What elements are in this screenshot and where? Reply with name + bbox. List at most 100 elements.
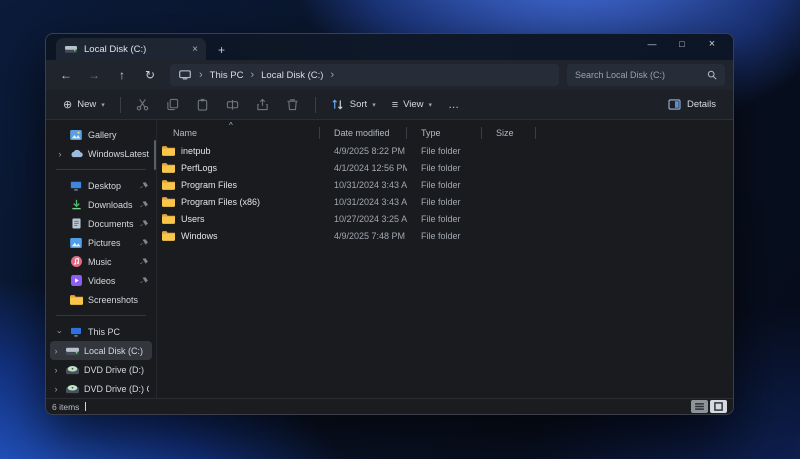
maximize-button[interactable]: □ <box>667 34 697 54</box>
toolbar-divider <box>315 97 316 113</box>
refresh-button[interactable]: ↻ <box>138 64 162 86</box>
sidebar-item-windowslatest[interactable]: › WindowsLatest <box>50 144 152 163</box>
details-view-button[interactable] <box>691 400 708 413</box>
drive-icon <box>65 346 79 356</box>
sidebar-item-downloads[interactable]: Downloads <box>50 195 152 214</box>
file-date: 10/31/2024 3:43 AM <box>320 197 407 207</box>
tab-strip: Local Disk (C:) × + — □ × <box>46 34 733 60</box>
share-button[interactable] <box>249 94 277 116</box>
forward-button[interactable]: → <box>82 64 106 86</box>
pin-icon <box>140 182 149 190</box>
folder-icon <box>162 163 175 173</box>
file-explorer-window: Local Disk (C:) × + — □ × ← → ↑ ↻ › This… <box>45 33 734 415</box>
view-button-label: View <box>403 99 423 110</box>
close-button[interactable]: × <box>697 34 727 54</box>
view-button[interactable]: ≡ View ▾ <box>385 95 439 115</box>
file-type: File folder <box>407 180 482 190</box>
sidebar-item-music[interactable]: Music <box>50 252 152 271</box>
sidebar-item-screenshots[interactable]: Screenshots <box>50 290 152 309</box>
column-header-name[interactable]: Name <box>157 127 320 139</box>
folder-icon <box>162 231 175 241</box>
search-box[interactable] <box>567 64 725 86</box>
dvd-drive-icon <box>65 365 79 375</box>
sidebar-item-videos[interactable]: Videos <box>50 271 152 290</box>
status-bar: 6 items <box>46 398 733 414</box>
sort-button[interactable]: Sort ▾ <box>324 94 383 116</box>
sidebar-item-gallery[interactable]: Gallery <box>50 125 152 144</box>
sidebar-separator <box>56 169 146 170</box>
expand-icon[interactable]: › <box>56 149 64 159</box>
file-row-program-files[interactable]: Program Files 10/31/2024 3:43 AM File fo… <box>157 176 733 193</box>
breadcrumb-chevron-icon: › <box>325 69 339 81</box>
file-row-perflogs[interactable]: PerfLogs 4/1/2024 12:56 PM File folder <box>157 159 733 176</box>
cut-button[interactable] <box>129 94 157 116</box>
breadcrumb-chevron-icon: › <box>194 69 208 81</box>
breadcrumb-this-pc[interactable]: This PC <box>210 70 244 81</box>
collapse-icon[interactable]: › <box>55 328 65 336</box>
desktop-icon <box>69 181 83 191</box>
search-input[interactable] <box>575 70 701 80</box>
breadcrumb[interactable]: › This PC › Local Disk (C:) › <box>170 64 559 86</box>
expand-icon[interactable]: › <box>52 365 60 375</box>
downloads-icon <box>69 199 83 210</box>
delete-button[interactable] <box>279 94 307 116</box>
share-icon <box>256 98 270 112</box>
pin-icon <box>140 220 149 228</box>
sidebar-item-local-disk-c[interactable]: › Local Disk (C:) <box>50 341 152 360</box>
file-row-users[interactable]: Users 10/27/2024 3:25 AM File folder <box>157 210 733 227</box>
breadcrumb-chevron-icon: › <box>245 69 259 81</box>
new-plus-icon: ⊕ <box>63 98 72 111</box>
sidebar-separator <box>56 315 146 316</box>
explorer-tab[interactable]: Local Disk (C:) × <box>56 38 206 60</box>
videos-icon <box>69 275 83 286</box>
file-row-program-files-x86[interactable]: Program Files (x86) 10/31/2024 3:43 AM F… <box>157 193 733 210</box>
file-row-inetpub[interactable]: inetpub 4/9/2025 8:22 PM File folder <box>157 142 733 159</box>
sidebar-scrollbar[interactable] <box>154 140 156 170</box>
tab-close-icon[interactable]: × <box>192 44 198 55</box>
new-button[interactable]: ⊕ New ▾ <box>56 94 112 115</box>
file-date: 4/9/2025 8:22 PM <box>320 146 407 156</box>
sidebar-item-dvd-drive-d-2[interactable]: › DVD Drive (D:) C <box>50 379 152 398</box>
folder-icon <box>162 180 175 190</box>
pin-icon <box>140 239 149 247</box>
pin-icon <box>140 277 149 285</box>
music-icon <box>69 256 83 267</box>
pin-icon <box>140 258 149 266</box>
paste-button[interactable] <box>189 94 217 116</box>
details-pane-button[interactable]: Details <box>661 94 723 116</box>
file-name: Program Files (x86) <box>181 197 260 207</box>
breadcrumb-local-disk[interactable]: Local Disk (C:) <box>261 70 323 81</box>
minimize-button[interactable]: — <box>637 34 667 54</box>
sidebar-item-pictures[interactable]: Pictures <box>50 233 152 252</box>
pictures-icon <box>69 238 83 248</box>
column-header-date[interactable]: Date modified <box>320 127 407 139</box>
new-tab-button[interactable]: + <box>218 43 225 57</box>
view-toggles <box>691 400 727 413</box>
expand-icon[interactable]: › <box>52 346 60 356</box>
folder-icon <box>69 295 83 305</box>
sidebar-item-this-pc[interactable]: › This PC <box>50 322 152 341</box>
large-icons-view-button[interactable] <box>710 400 727 413</box>
status-divider <box>85 402 86 411</box>
back-button[interactable]: ← <box>54 64 78 86</box>
documents-icon <box>69 218 83 229</box>
new-button-label: New <box>77 99 96 110</box>
paste-icon <box>196 98 210 112</box>
this-pc-icon <box>178 68 192 82</box>
more-icon: … <box>448 99 460 111</box>
sidebar-item-documents[interactable]: Documents <box>50 214 152 233</box>
drive-icon <box>64 42 78 56</box>
pin-icon <box>140 201 149 209</box>
column-headers: ^ Name Date modified Type Size <box>157 124 733 142</box>
copy-button[interactable] <box>159 94 187 116</box>
up-button[interactable]: ↑ <box>110 64 134 86</box>
rename-button[interactable] <box>219 94 247 116</box>
expand-icon[interactable]: › <box>52 384 60 394</box>
file-row-windows[interactable]: Windows 4/9/2025 7:48 PM File folder <box>157 227 733 244</box>
column-header-type[interactable]: Type <box>407 127 482 139</box>
column-header-size[interactable]: Size <box>482 127 536 139</box>
more-button[interactable]: … <box>441 95 467 115</box>
sort-icon <box>331 98 345 112</box>
sidebar-item-dvd-drive-d[interactable]: › DVD Drive (D:) <box>50 360 152 379</box>
sidebar-item-desktop[interactable]: Desktop <box>50 176 152 195</box>
